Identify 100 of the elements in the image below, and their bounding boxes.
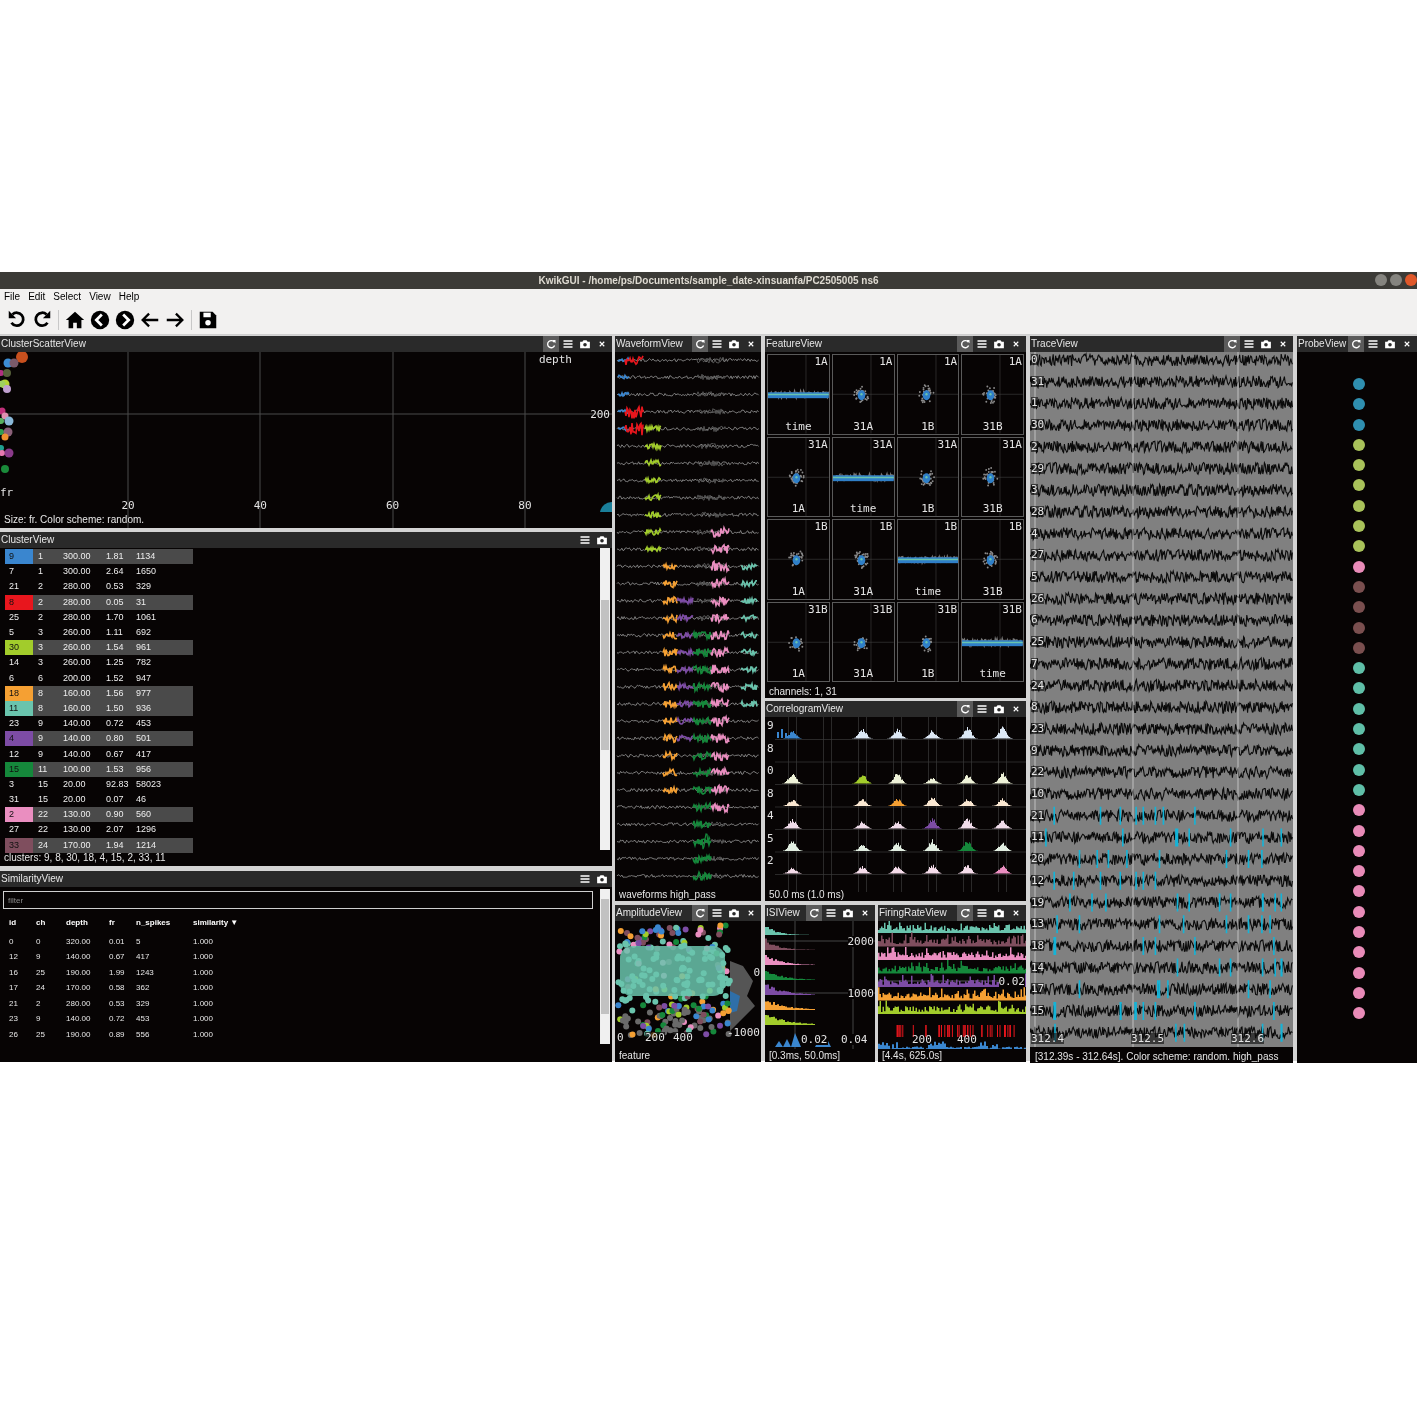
cluster-id-cell: 9 (5, 549, 33, 565)
table-cell-text: 58023 (136, 779, 163, 789)
column-header[interactable]: id (9, 919, 36, 927)
refresh-icon[interactable] (957, 336, 973, 352)
column-header[interactable]: depth (66, 919, 109, 927)
table-row[interactable]: 6 6 200.00 1.52 947 (5, 670, 193, 686)
cluster-point-drawing (600, 502, 612, 512)
point-cloud (852, 385, 869, 404)
table-cell-text: 453 (136, 1015, 151, 1024)
column-header[interactable]: n_spikes (136, 919, 193, 927)
refresh-icon[interactable] (543, 336, 559, 352)
refresh-icon[interactable] (1348, 336, 1364, 352)
table-row[interactable]: 31 15 20.00 0.07 46 (5, 792, 193, 808)
panel-title: AmplitudeView (616, 908, 682, 918)
table-cell-text: 170.00 (66, 984, 92, 993)
table-cell-text: 1.000 (193, 968, 215, 977)
refresh-icon[interactable] (1224, 336, 1240, 352)
table-row[interactable]: 9 1 300.00 1.81 1134 (5, 549, 193, 565)
isi-histogram (765, 1001, 815, 1010)
table-row[interactable]: 33 24 170.00 1.94 1214 (5, 837, 193, 853)
tick-label: 1000 (847, 988, 874, 999)
scrollbar[interactable] (600, 889, 610, 1044)
table-cell-text: 2.64 (106, 567, 125, 577)
close-button[interactable] (1405, 274, 1417, 286)
menu-item[interactable]: File (4, 292, 21, 302)
table-cell-text: 31 (136, 597, 147, 607)
scrollbar[interactable] (600, 548, 610, 850)
table-row[interactable]: 21 2 280.00 0.53 329 (5, 579, 193, 595)
menu-item[interactable]: Select (53, 292, 82, 302)
axis-label: 1A (791, 668, 805, 679)
table-cell-text: 15 (37, 779, 49, 789)
axis-label: depth (538, 354, 572, 365)
status-text: waveforms high_pass (619, 890, 716, 900)
table-row[interactable]: 7 1 300.00 2.64 1650 (5, 564, 193, 580)
menu-item[interactable]: View (89, 292, 111, 302)
table-row[interactable]: 12 9 140.00 0.67 417 (5, 746, 193, 762)
table-cell-text: 2 (36, 999, 42, 1008)
table-row[interactable]: 15 11 100.00 1.53 956 (5, 761, 193, 777)
table-cell-text: 1.000 (193, 999, 215, 1008)
refresh-icon[interactable] (806, 905, 822, 921)
channel-label: 22 (1031, 766, 1045, 778)
refresh-icon[interactable] (957, 701, 973, 717)
table-cell-text: 22 (37, 825, 49, 835)
table-row[interactable]: 5 3 260.00 1.11 692 (5, 624, 193, 641)
table-row[interactable]: 8 2 280.00 0.05 31 (5, 594, 193, 610)
table-cell-text: 280.00 (63, 612, 92, 622)
point-cloud (918, 469, 935, 486)
window-title: KwikGUI - /home/ps/Documents/sample_date-xinsuanfa/PC2505005 ns6 (538, 275, 879, 286)
minimize-button[interactable] (1375, 274, 1387, 286)
table-cell-text: 1.000 (193, 1015, 215, 1024)
axis-label: 1B (921, 503, 935, 514)
table-cell-text: 956 (136, 764, 153, 774)
table-row[interactable]: 3 15 20.00 92.83 58023 (5, 776, 193, 792)
correlogram-histogram (919, 864, 945, 874)
forward-circle-icon[interactable] (114, 308, 136, 331)
channel-label: 3 (1031, 484, 1038, 496)
maximize-button[interactable] (1390, 274, 1402, 286)
table-cell-text: 160.00 (63, 703, 92, 713)
table-cell-text: 280.00 (66, 999, 92, 1008)
channel-label: 1 (1031, 397, 1038, 409)
row-label: 2 (767, 855, 774, 866)
back-circle-icon[interactable] (89, 308, 111, 331)
refresh-icon[interactable] (957, 905, 973, 921)
column-header[interactable]: similarity ▼ (193, 919, 263, 927)
table-row[interactable]: 2 22 130.00 0.90 560 (5, 807, 193, 823)
table-cell-text: 190.00 (66, 1030, 92, 1039)
table-row[interactable]: 23 9 140.00 0.72 453 (5, 716, 193, 732)
point-cloud (982, 385, 997, 405)
table-cell-text: 1214 (136, 840, 158, 850)
table-cell-text: 0.67 (109, 953, 126, 962)
cluster-id-cell-text: 31 (8, 793, 20, 807)
channel-label: 27 (1031, 549, 1045, 561)
table-cell-text: 9 (37, 734, 44, 744)
table-cell-text: 260.00 (63, 643, 92, 653)
channel-label: 9 (1031, 744, 1038, 756)
table-row[interactable]: 27 22 130.00 2.07 1296 (5, 822, 193, 838)
menu-item[interactable]: Help (118, 292, 140, 302)
refresh-icon[interactable] (692, 905, 708, 921)
refresh-icon[interactable] (692, 336, 708, 352)
axis-label: 31B (807, 603, 828, 615)
tick-label: 312.4 (1031, 1033, 1065, 1044)
point-cloud (917, 384, 934, 404)
row-label: 4 (767, 810, 774, 821)
menu-item[interactable]: Edit (28, 292, 46, 302)
channel-label: 23 (1031, 722, 1045, 734)
channel-label: 24 (1031, 679, 1045, 691)
table-row[interactable]: 14 3 260.00 1.25 782 (5, 655, 193, 671)
tick-label: 0 (753, 967, 760, 978)
column-header[interactable]: ch (36, 919, 66, 927)
filter-field[interactable]: filter (3, 891, 593, 909)
table-row[interactable]: 4 9 140.00 0.80 501 (5, 731, 193, 747)
table-cell-text: 0.80 (106, 734, 125, 744)
table-cell-text: 1.11 (106, 628, 124, 638)
table-cell-text: 3 (37, 628, 44, 638)
table-cell-text: 11 (37, 764, 49, 774)
column-header[interactable]: fr (109, 919, 136, 927)
table-row[interactable]: 18 8 160.00 1.56 977 (5, 685, 193, 701)
table-row[interactable]: 30 3 260.00 1.54 961 (5, 640, 193, 656)
point-cloud (982, 466, 999, 487)
table-row[interactable]: 25 2 280.00 1.70 1061 (5, 609, 193, 625)
